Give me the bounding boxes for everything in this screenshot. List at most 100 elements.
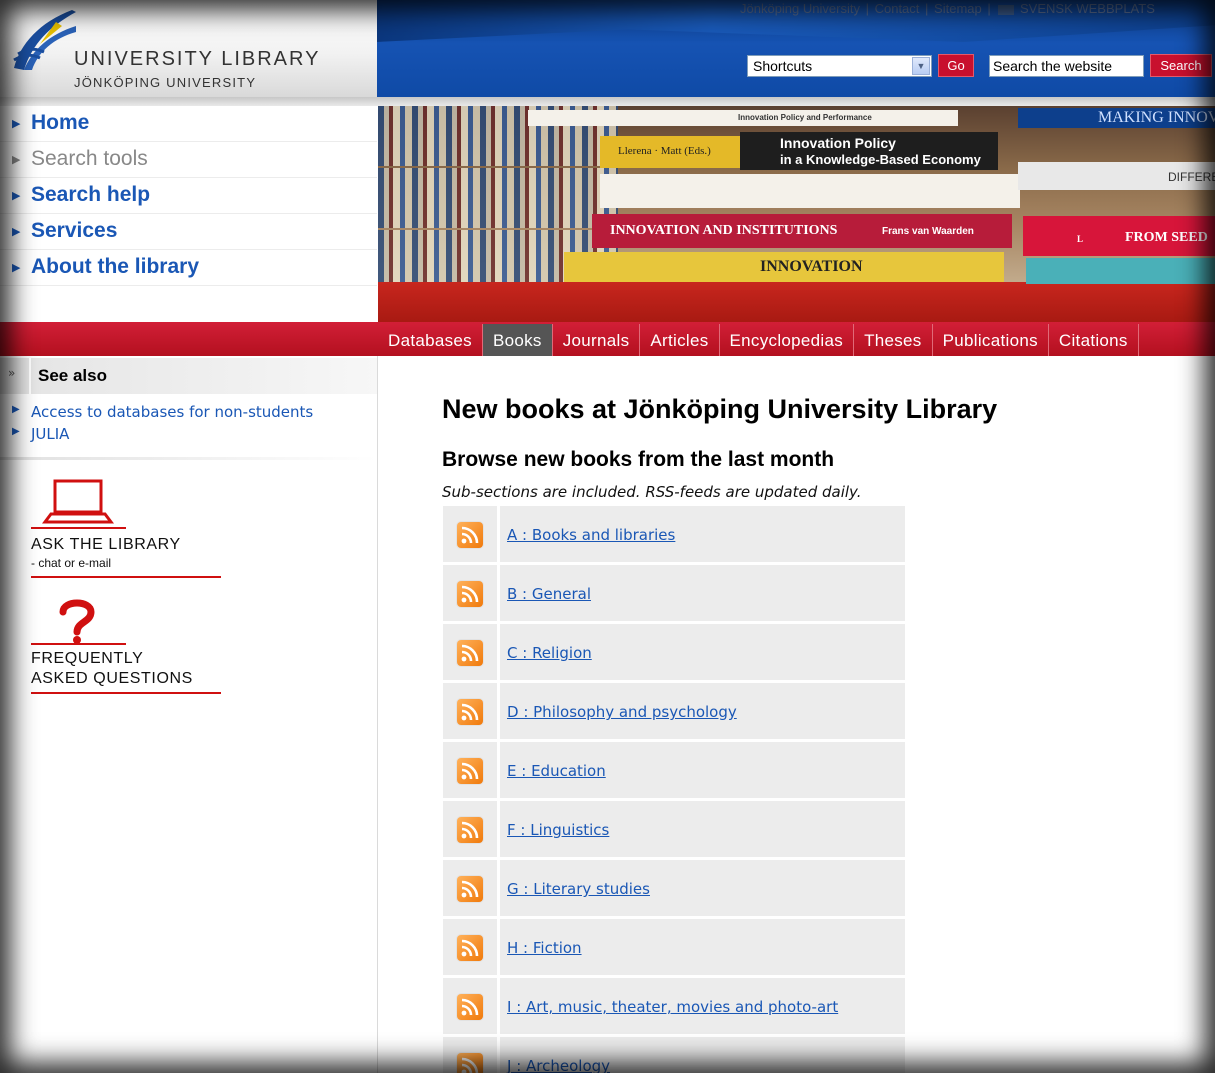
chevron-right-icon: ▶ [12,153,21,166]
book-innovation-policy: Innovation Policy in a Knowledge-Based E… [740,132,998,170]
book-white-spine [600,174,1020,208]
list-item: F : Linguistics [443,801,905,857]
category-cell: I : Art, music, theater, movies and phot… [500,978,905,1034]
search-input[interactable]: Search the website [989,55,1144,77]
nav-item-home[interactable]: ▶ Home [0,106,377,142]
book-innovation-policy-performance: Innovation Policy and Performance [528,110,958,126]
nav-item-search-tools[interactable]: ▶ Search tools [0,142,377,178]
page-frame: UNIVERSITY LIBRARY JÖNKÖPING UNIVERSITY … [0,0,1215,1073]
category-link[interactable]: I : Art, music, theater, movies and phot… [507,998,838,1016]
tab-theses[interactable]: Theses [854,324,933,356]
category-link[interactable]: J : Archeology [507,1057,610,1073]
faq-link-line1[interactable]: FREQUENTLY [31,650,143,668]
rss-icon[interactable] [457,699,483,725]
rss-cell [443,801,497,857]
section-title: Browse new books from the last month [442,448,835,471]
rss-cell [443,742,497,798]
banner-photo: Innovation Policy and Performance MAKING… [378,106,1215,322]
nav-item-about[interactable]: ▶ About the library [0,250,377,286]
double-chevron-down-icon[interactable]: » [8,366,15,380]
shortcuts-select-value: Shortcuts [753,58,813,74]
shortcuts-select[interactable]: Shortcuts ▼ [747,55,932,77]
top-link-sitemap[interactable]: Sitemap [934,1,982,16]
category-link[interactable]: A : Books and libraries [507,526,675,544]
chevron-right-icon: ▶ [12,225,21,238]
see-also-link-julia[interactable]: ▶ JULIA [0,422,377,444]
list-item: C : Religion [443,624,905,680]
faq-link-line2[interactable]: ASKED QUESTIONS [31,670,193,688]
see-also-link-databases[interactable]: ▶ Access to databases for non-students [0,400,377,422]
category-cell: G : Literary studies [500,860,905,916]
rss-cell [443,860,497,916]
tab-encyclopedias[interactable]: Encyclopedias [720,324,855,356]
see-also-links: ▶ Access to databases for non-students ▶… [0,400,377,444]
search-button[interactable]: Search [1150,54,1212,77]
list-item: G : Literary studies [443,860,905,916]
top-link-university[interactable]: Jönköping University [740,1,860,16]
laptop-icon[interactable] [31,478,126,530]
nav-item-services[interactable]: ▶ Services [0,214,377,250]
nav-item-label: Search tools [31,147,148,170]
top-link-separator: | [865,1,869,16]
top-link-separator: | [987,1,991,16]
tab-books[interactable]: Books [482,324,553,356]
rss-icon[interactable] [457,1053,483,1073]
question-mark-icon[interactable] [31,596,126,646]
list-item: J : Archeology [443,1037,905,1073]
rss-cell [443,1037,497,1073]
see-also-link-label: Access to databases for non-students [31,403,314,421]
category-link[interactable]: D : Philosophy and psychology [507,703,737,721]
university-logo-icon [13,10,76,70]
rss-icon[interactable] [457,758,483,784]
tab-databases[interactable]: Databases [378,324,483,356]
rss-icon[interactable] [457,522,483,548]
logo-title: UNIVERSITY LIBRARY [74,48,321,70]
tab-publications[interactable]: Publications [933,324,1049,356]
book-teal [1026,258,1215,284]
chevron-right-icon: ▶ [12,117,21,130]
category-link[interactable]: E : Education [507,762,606,780]
rss-icon[interactable] [457,581,483,607]
rss-cell [443,683,497,739]
category-link[interactable]: B : General [507,585,591,603]
tab-citations[interactable]: Citations [1049,324,1139,356]
see-also-header[interactable]: » See also [0,358,377,394]
category-link[interactable]: C : Religion [507,644,592,662]
tab-journals[interactable]: Journals [553,324,641,356]
logo-area[interactable]: UNIVERSITY LIBRARY JÖNKÖPING UNIVERSITY [0,0,377,97]
category-link[interactable]: H : Fiction [507,939,582,957]
category-cell: B : General [500,565,905,621]
book-title-innovation-institutions: INNOVATION AND INSTITUTIONS [610,223,838,238]
go-button[interactable]: Go [938,54,974,77]
nav-item-label: Home [31,111,90,134]
rss-icon[interactable] [457,817,483,843]
rss-cell [443,978,497,1034]
book-author-van-waarden: Frans van Waarden [882,226,974,237]
rss-icon[interactable] [457,994,483,1020]
ask-the-library-link[interactable]: ASK THE LIBRARY [31,536,181,554]
category-list: A : Books and libraries B : General C : … [443,506,905,1073]
top-link-swedish-site[interactable]: SVENSK WEBBPLATS [1020,1,1155,16]
see-also-divider [29,358,31,394]
list-item: H : Fiction [443,919,905,975]
logo-subtitle: JÖNKÖPING UNIVERSITY [74,75,257,90]
category-link[interactable]: F : Linguistics [507,821,609,839]
tab-articles[interactable]: Articles [640,324,720,356]
category-link[interactable]: G : Literary studies [507,880,650,898]
top-link-contact[interactable]: Contact [875,1,920,16]
rss-icon[interactable] [457,876,483,902]
main-navigation: ▶ Home ▶ Search tools ▶ Search help ▶ Se… [0,106,377,286]
list-item: A : Books and libraries [443,506,905,562]
category-cell: J : Archeology [500,1037,905,1073]
category-cell: A : Books and libraries [500,506,905,562]
chevron-down-icon[interactable]: ▼ [912,57,930,75]
rss-icon[interactable] [457,640,483,666]
bookshelf-middle [378,168,618,228]
nav-item-search-help[interactable]: ▶ Search help [0,178,377,214]
table-surface [378,282,1215,322]
rss-cell [443,919,497,975]
rss-icon[interactable] [457,935,483,961]
book-innovation-institutions: INNOVATION AND INSTITUTIONS Frans van Wa… [592,214,1012,248]
chevron-right-icon: ▶ [12,261,21,274]
book-author-llerena: Llerena · Matt (Eds.) [600,136,740,168]
